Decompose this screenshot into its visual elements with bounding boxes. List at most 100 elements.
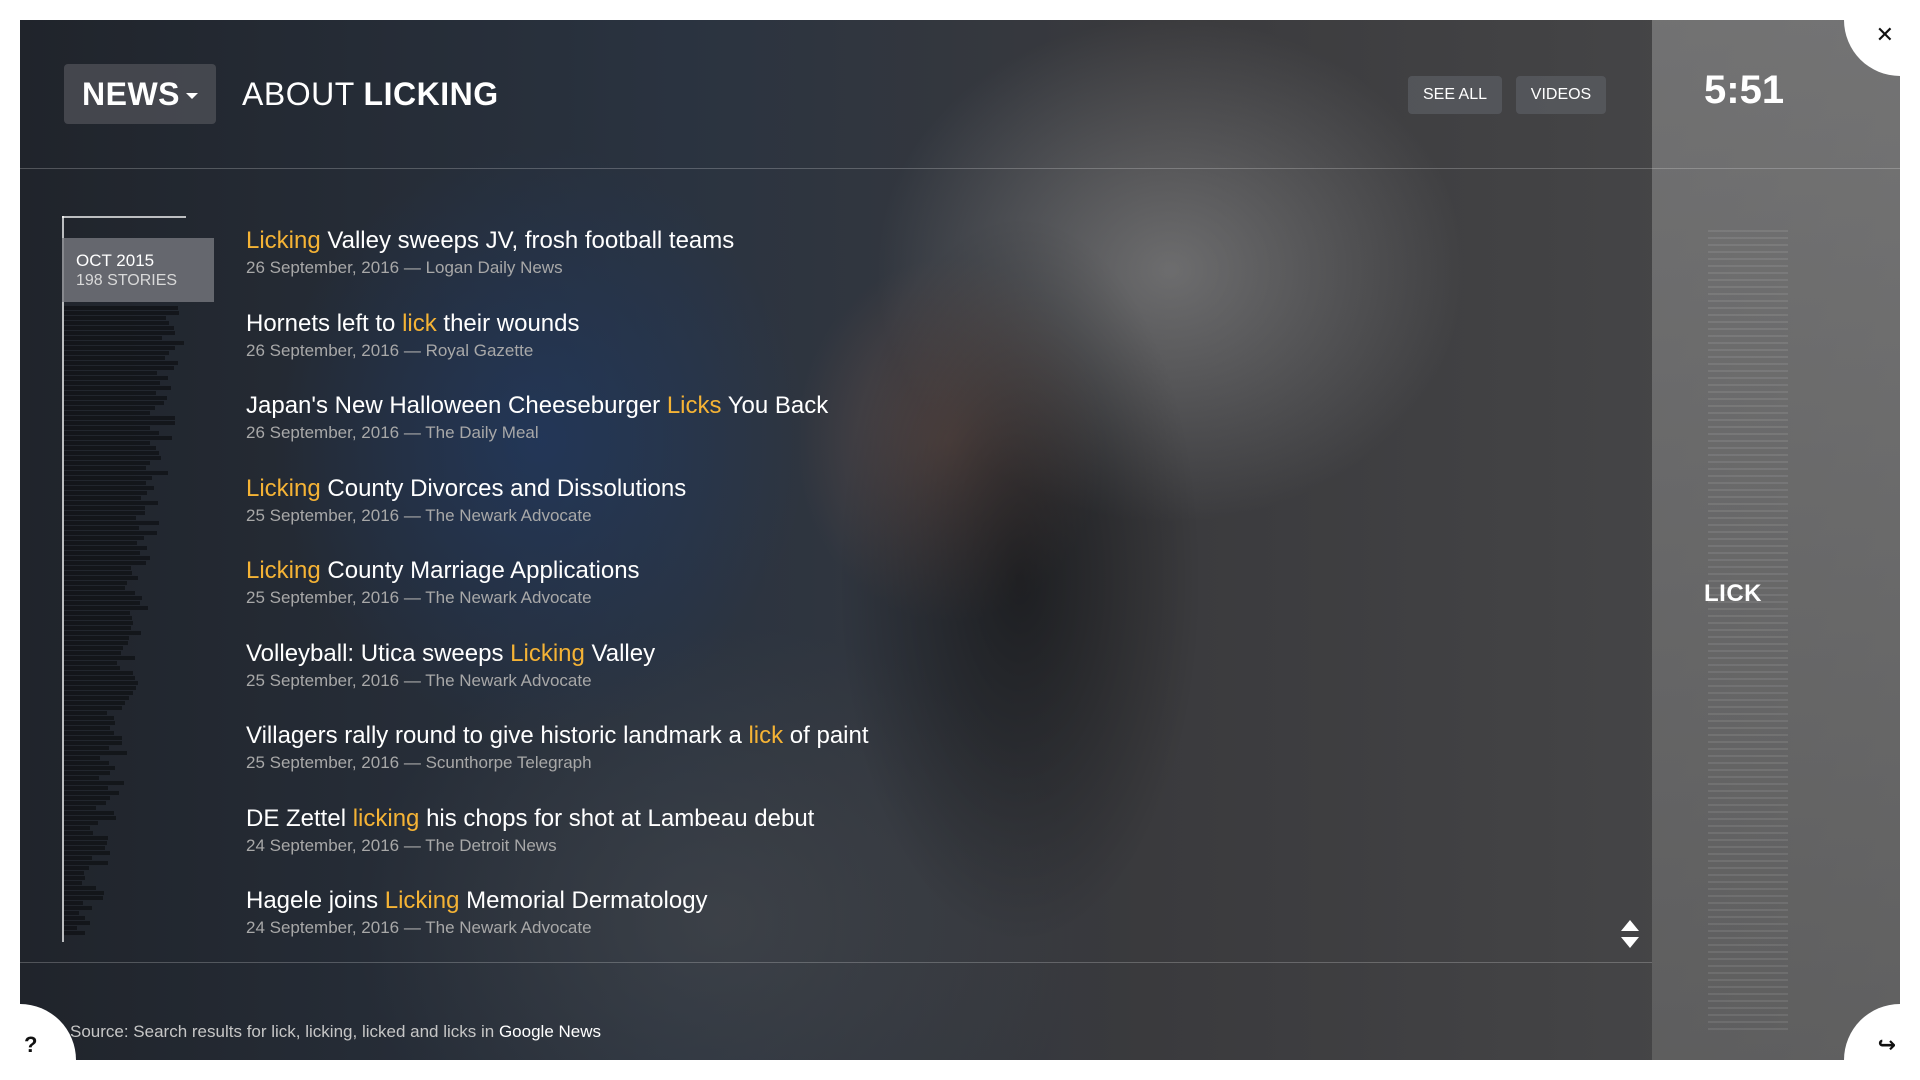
article-item[interactable]: Hagele joins Licking Memorial Dermatolog… [246, 886, 1546, 969]
timeline-bar [64, 856, 92, 860]
timeline-bar [64, 546, 147, 550]
article-headline[interactable]: Hagele joins Licking Memorial Dermatolog… [246, 886, 1546, 916]
timeline-bar [64, 611, 130, 615]
videos-button[interactable]: VIDEOS [1516, 76, 1606, 114]
timeline-bar [64, 621, 133, 625]
timeline-bar [64, 561, 146, 565]
headline-keyword: Licking [384, 887, 460, 914]
article-item[interactable]: Volleyball: Utica sweeps Licking Valley 2… [246, 639, 1546, 722]
timeline-bar [64, 396, 167, 400]
article-item[interactable]: Villagers rally round to give historic l… [246, 721, 1546, 804]
timeline-bar [64, 481, 146, 485]
timeline-bar [64, 426, 150, 430]
article-headline[interactable]: Licking County Divorces and Dissolutions [246, 474, 1546, 504]
close-icon: ✕ [1875, 22, 1894, 47]
headline-keyword: lick [402, 309, 437, 337]
timeline-bar [64, 756, 100, 760]
article-list: Licking Valley sweeps JV, frosh football… [246, 226, 1546, 969]
headline-text: DE Zettel [246, 804, 353, 832]
timeline-histogram[interactable] [62, 216, 214, 942]
timeline-bar [64, 566, 131, 570]
timeline-bar [64, 356, 165, 360]
timeline-bar [64, 836, 108, 840]
timeline-bar [64, 321, 169, 325]
timeline-bar [64, 741, 122, 745]
article-meta: 26 September, 2016 — Royal Gazette [246, 340, 534, 360]
article-meta: 26 September, 2016 — The Daily Meal [246, 423, 539, 442]
timeline-bar [64, 791, 119, 795]
timeline-bar [64, 581, 127, 585]
timeline-bar [64, 671, 133, 675]
timeline-bar [64, 401, 164, 405]
article-item[interactable]: Hornets left to lick their wounds 26 Sept… [246, 309, 1546, 392]
headline-keyword: Licks [666, 392, 722, 419]
timeline-bar [64, 861, 108, 865]
article-headline[interactable]: DE Zettel licking his chops for shot at … [246, 804, 1546, 834]
title-prefix: ABOUT [242, 76, 355, 112]
article-headline[interactable]: Villagers rally round to give historic l… [246, 721, 1546, 751]
article-headline[interactable]: Japan's New Halloween Cheeseburger Licks… [246, 391, 1546, 421]
article-item[interactable]: Licking Valley sweeps JV, frosh football… [246, 226, 1546, 309]
title-keyword: LICKING [363, 76, 499, 112]
article-item[interactable]: Licking County Marriage Applications 25 S… [246, 556, 1546, 639]
timeline-bar [64, 701, 125, 705]
timeline-bar [64, 786, 108, 790]
timeline-bar [64, 471, 168, 475]
news-section-label: NEWS [82, 75, 180, 112]
source-footer: Source: Search results for lick, licking… [70, 1022, 601, 1042]
headline-keyword: lick [748, 722, 784, 749]
see-all-button[interactable]: SEE ALL [1408, 76, 1502, 114]
timeline-bar [64, 796, 110, 800]
timeline-story-count: 198 STORIES [76, 272, 178, 289]
article-meta: 24 September, 2016 — The Detroit News [246, 835, 557, 855]
article-headline[interactable]: Hornets left to lick their wounds [246, 309, 1546, 339]
timeline-bar [64, 891, 104, 895]
timeline-bar [64, 346, 175, 350]
timeline-bar [64, 361, 178, 365]
headline-text: Volleyball: Utica sweeps [246, 639, 511, 667]
timeline-bar [64, 751, 127, 755]
timeline-bar [64, 431, 159, 435]
headline-text: Valley sweeps JV, frosh football teams [320, 227, 735, 254]
headline-keyword: Licking [510, 639, 585, 667]
headline-text: County Divorces and Dissolutions [320, 474, 687, 502]
timeline-bar [64, 876, 85, 880]
news-section-dropdown[interactable]: NEWS [64, 64, 216, 124]
article-item[interactable]: DE Zettel licking his chops for shot at … [246, 804, 1546, 887]
timeline-bar [64, 616, 132, 620]
article-headline[interactable]: Licking County Marriage Applications [246, 556, 1546, 586]
help-button[interactable]: ? [20, 1004, 76, 1060]
page-title: ABOUT LICKING [242, 76, 499, 113]
timeline-bar [64, 436, 172, 440]
article-meta: 25 September, 2016 — The Newark Advocate [246, 670, 592, 690]
headline-text: Hornets left to [246, 309, 403, 337]
timeline-bar [64, 366, 174, 370]
timeline-bar [64, 491, 147, 495]
timeline-bar [64, 826, 90, 830]
timeline-bar [64, 351, 169, 355]
timeline-bar [64, 466, 146, 470]
timeline-bar [64, 486, 154, 490]
headline-keyword: licking [352, 804, 420, 832]
article-item[interactable]: Japan's New Halloween Cheeseburger Licks… [246, 391, 1546, 474]
headline-text: County Marriage Applications [320, 557, 640, 584]
headline-text: Memorial Dermatology [459, 887, 708, 914]
article-headline[interactable]: Licking Valley sweeps JV, frosh football… [246, 226, 1546, 256]
timeline-bar [64, 806, 96, 810]
headline-text: their wounds [436, 309, 580, 337]
timeline-bar [64, 541, 137, 545]
article-headline[interactable]: Volleyball: Utica sweeps Licking Valley [246, 639, 1546, 669]
timeline-bar [64, 681, 138, 685]
sort-arrows-icon[interactable] [1620, 918, 1640, 950]
timeline-bar [64, 336, 162, 340]
headline-text: You Back [721, 392, 829, 419]
timeline-bar [64, 801, 106, 805]
timeline-bar [64, 636, 129, 640]
timeline-bar [64, 376, 168, 380]
google-news-link[interactable]: Google News [499, 1022, 601, 1041]
article-item[interactable]: Licking County Divorces and Dissolutions… [246, 474, 1546, 557]
timeline-bar [64, 326, 174, 330]
timeline-bar [64, 601, 140, 605]
timeline-bar [64, 811, 114, 815]
article-meta: 24 September, 2016 — The Newark Advocate [246, 918, 592, 937]
